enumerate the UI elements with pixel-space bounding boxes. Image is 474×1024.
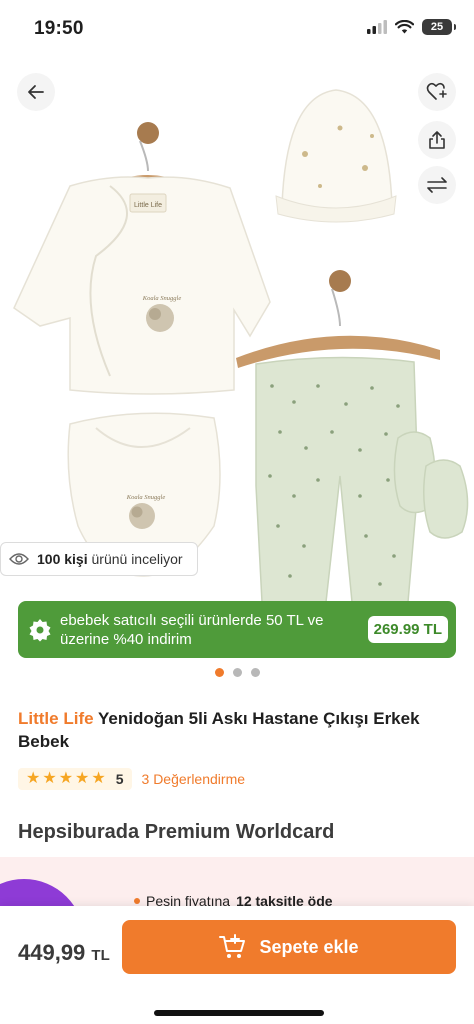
viewer-count: 100 kişi — [37, 551, 88, 567]
eye-icon — [9, 553, 29, 565]
viewer-suffix: ürünü inceliyor — [91, 551, 183, 567]
battery-level: 25 — [430, 21, 444, 33]
status-icons: 25 — [367, 19, 456, 35]
pagination-dot-3[interactable] — [250, 668, 260, 677]
viewer-count-badge: 100 kişi ürünü inceliyor — [0, 542, 198, 576]
product-image: Little Life Koala Snuggle Koala Snuggle — [13, 89, 469, 602]
pagination-dot-2[interactable] — [232, 668, 242, 677]
reviews-link[interactable]: 3 Değerlendirme — [142, 771, 246, 787]
card-offer-title: Hepsiburada Premium Worldcard — [18, 821, 335, 843]
product-title: Little Life Yenidoğan 5li Askı Hastane Ç… — [18, 707, 458, 753]
status-bar: 19:50 25 — [0, 0, 474, 56]
star-icon: ★ — [26, 770, 41, 787]
bottom-action-bar: 449,99 TL Sepete ekle — [0, 906, 474, 1024]
pagination-dot-1[interactable] — [214, 668, 224, 677]
rating-stars: ★ ★ ★ ★ ★ 5 — [18, 768, 132, 790]
home-indicator[interactable] — [154, 1010, 324, 1016]
star-icon: ★ — [58, 770, 74, 787]
price-value: 449,99 — [18, 940, 86, 965]
promo-text: ebebek satıcılı seçili ürünlerde 50 TL v… — [60, 611, 324, 648]
share-icon — [429, 131, 445, 149]
arrow-left-icon — [28, 85, 44, 99]
price-currency: TL — [91, 947, 110, 964]
signal-icon — [367, 20, 387, 34]
cart-add-icon — [219, 934, 246, 958]
star-icon: ★ — [91, 770, 106, 787]
back-button[interactable] — [17, 73, 55, 111]
promo-price: 269.99 TL — [367, 616, 448, 643]
discount-badge-icon — [29, 618, 51, 641]
wifi-icon — [395, 20, 414, 34]
battery-icon: 25 — [422, 19, 456, 35]
add-to-cart-button[interactable]: Sepete ekle — [122, 920, 456, 974]
star-icon: ★ — [75, 770, 90, 787]
compare-button[interactable] — [418, 166, 456, 204]
add-to-cart-label: Sepete ekle — [259, 936, 359, 957]
gallery-pagination — [0, 668, 474, 677]
promo-banner[interactable]: ebebek satıcılı seçili ürünlerde 50 TL v… — [18, 601, 456, 658]
product-gallery[interactable]: Little Life Koala Snuggle Koala Snuggle — [0, 56, 474, 602]
bib-print-text: Koala Snuggle — [126, 494, 166, 501]
rating-row: ★ ★ ★ ★ ★ 5 3 Değerlendirme — [18, 768, 245, 790]
star-icon: ★ — [42, 770, 57, 787]
product-price: 449,99 TL — [18, 940, 110, 966]
rating-value: 5 — [115, 771, 124, 787]
brand-link[interactable]: Little Life — [18, 709, 94, 728]
status-time: 19:50 — [34, 18, 84, 39]
share-button[interactable] — [418, 121, 456, 159]
heart-add-icon — [426, 82, 447, 100]
hang-tag-text: Little Life — [134, 202, 162, 209]
compare-arrows-icon — [427, 177, 447, 193]
bullet-icon — [134, 898, 140, 904]
favorite-button[interactable] — [418, 73, 456, 111]
shirt-print-text: Koala Snuggle — [142, 295, 182, 302]
